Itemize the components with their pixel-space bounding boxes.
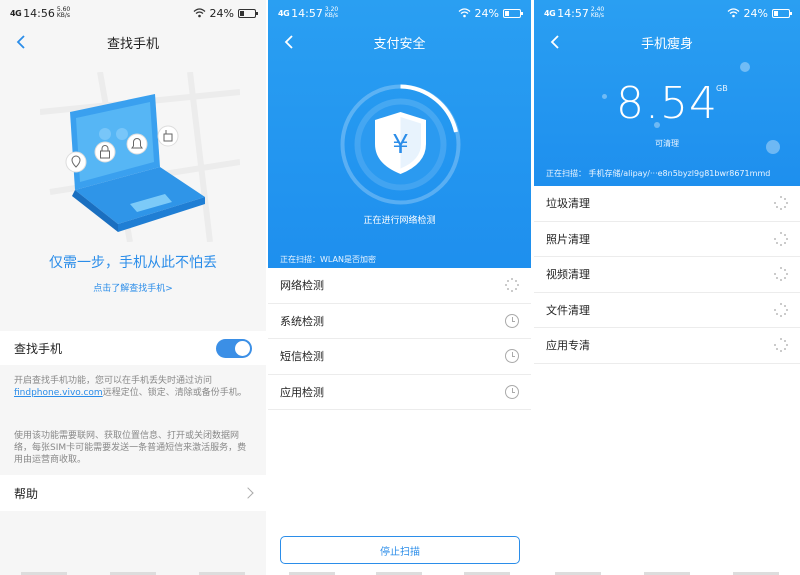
clock-icon [505,384,519,399]
current-scan-text: 正在扫描：WLAN是否加密 [280,255,377,264]
battery-icon [238,8,258,18]
payment-security-screen: 4G 14:57 3.20 KB/s 24% 支付安全 ¥ 正在进行网络检测 正… [268,0,531,575]
clock-icon [505,349,519,364]
bubble [602,94,607,99]
network-speed: 3.20 KB/s [324,6,339,19]
shield-symbol: ¥ [392,130,409,160]
lock-icon [94,141,116,163]
item-label: 垃圾清理 [546,197,590,211]
item-label: 视频清理 [546,268,590,282]
desc-text: 开启查找手机功能，您可以在手机丢失时通过访问 [14,376,213,386]
find-phone-toggle-row[interactable]: 查找手机 [0,331,266,365]
item-label: 应用检测 [280,385,324,399]
phone-cleanup-screen: 4G 14:57 2.40 KB/s 24% 手机瘦身 8.54 GB 可清理 … [534,0,800,575]
battery-icon [503,8,523,18]
item-label: 系统检测 [280,314,324,328]
item-label: 照片清理 [546,232,590,246]
hand-icon [157,125,179,147]
status-bar: 4G 14:57 2.40 KB/s 24% [534,0,800,26]
battery-percent: 24% [209,6,234,20]
network-indicator: 4G [278,8,290,18]
battery-percent: 24% [743,6,768,20]
size-caption: 可清理 [655,139,679,148]
laptop-illustration [40,72,240,242]
location-icon [65,151,87,173]
status-time: 14:57 [291,6,323,20]
item-label: 应用专清 [546,339,590,353]
status-time: 14:57 [557,6,589,20]
header: 查找手机 [0,26,266,58]
find-phone-screen: 4G 14:56 5.60 KB/s 24% 查找手机 仅需一步，手机从此不怕丢… [0,0,266,575]
header: 支付安全 [268,26,531,58]
item-label: 网络检测 [280,279,324,293]
page-title: 手机瘦身 [640,36,693,52]
stop-scan-button[interactable]: 停止扫描 [280,536,520,564]
spinner-icon [774,338,788,353]
toggle-label: 查找手机 [14,341,63,356]
back-icon[interactable] [12,32,32,52]
chevron-right-icon [242,487,254,499]
status-time: 14:56 [23,6,55,20]
list-item: 应用检测 [268,374,531,410]
status-bar: 4G 14:57 3.20 KB/s 24% [268,0,531,26]
learn-more-link[interactable]: 点击了解查找手机> [0,281,266,294]
slogan: 仅需一步，手机从此不怕丢 [49,255,217,271]
findphone-link[interactable]: findphone.vivo.com [14,388,103,398]
list-item[interactable]: 视频清理 [534,257,800,293]
cleanup-list: 垃圾清理 照片清理 视频清理 文件清理 应用专清 [534,186,800,364]
back-icon[interactable] [280,32,300,52]
list-item[interactable]: 文件清理 [534,292,800,328]
bell-icon [126,133,148,155]
cleanable-size: 8.54 [616,78,718,129]
yen-shield-icon: ¥ [340,84,461,205]
page-title: 查找手机 [106,36,159,52]
network-indicator: 4G [10,8,22,18]
spinner-icon [774,302,788,317]
bubble [740,62,750,72]
scanning-label: 正在进行网络检测 [363,216,436,226]
battery-percent: 24% [474,6,499,20]
network-speed: 2.40 KB/s [590,6,605,19]
wifi-icon [727,8,739,18]
find-phone-toggle[interactable] [216,338,252,358]
item-label: 短信检测 [280,350,324,364]
current-scan-text: 正在扫描： 手机存储/alipay/···e8n5byzl9g81bwr8671… [546,169,771,178]
network-indicator: 4G [544,8,556,18]
network-notice: 使用该功能需要联网、获取位置信息、打开或关闭数据网络，每张SIM卡可能需要发送一… [14,431,247,465]
list-item: 系统检测 [268,303,531,339]
wifi-icon [193,8,205,18]
header: 手机瘦身 [534,26,800,58]
spinner-icon [774,196,788,211]
feature-description: 开启查找手机功能，您可以在手机丢失时通过访问 findphone.vivo.com… [14,375,252,399]
status-bar: 4G 14:56 5.60 KB/s 24% [0,0,266,26]
spinner-icon [774,267,788,282]
spinner-icon [505,278,519,293]
page-title: 支付安全 [373,36,426,52]
desc-text-end: 远程定位、锁定、清除或备份手机。 [102,388,247,398]
battery-icon [772,8,792,18]
list-item: 短信检测 [268,339,531,375]
list-item[interactable]: 垃圾清理 [534,186,800,222]
spinner-icon [774,231,788,246]
help-label: 帮助 [14,486,39,501]
item-label: 文件清理 [546,303,590,317]
size-unit: GB [716,84,728,93]
back-icon[interactable] [546,32,566,52]
clock-icon [505,313,519,328]
help-row[interactable]: 帮助 [0,475,266,511]
list-item[interactable]: 照片清理 [534,221,800,257]
list-item[interactable]: 应用专清 [534,328,800,364]
list-item: 网络检测 [268,268,531,304]
check-list: 网络检测 系统检测 短信检测 应用检测 [268,268,531,410]
network-speed: 5.60 KB/s [56,6,71,19]
wifi-icon [458,8,470,18]
